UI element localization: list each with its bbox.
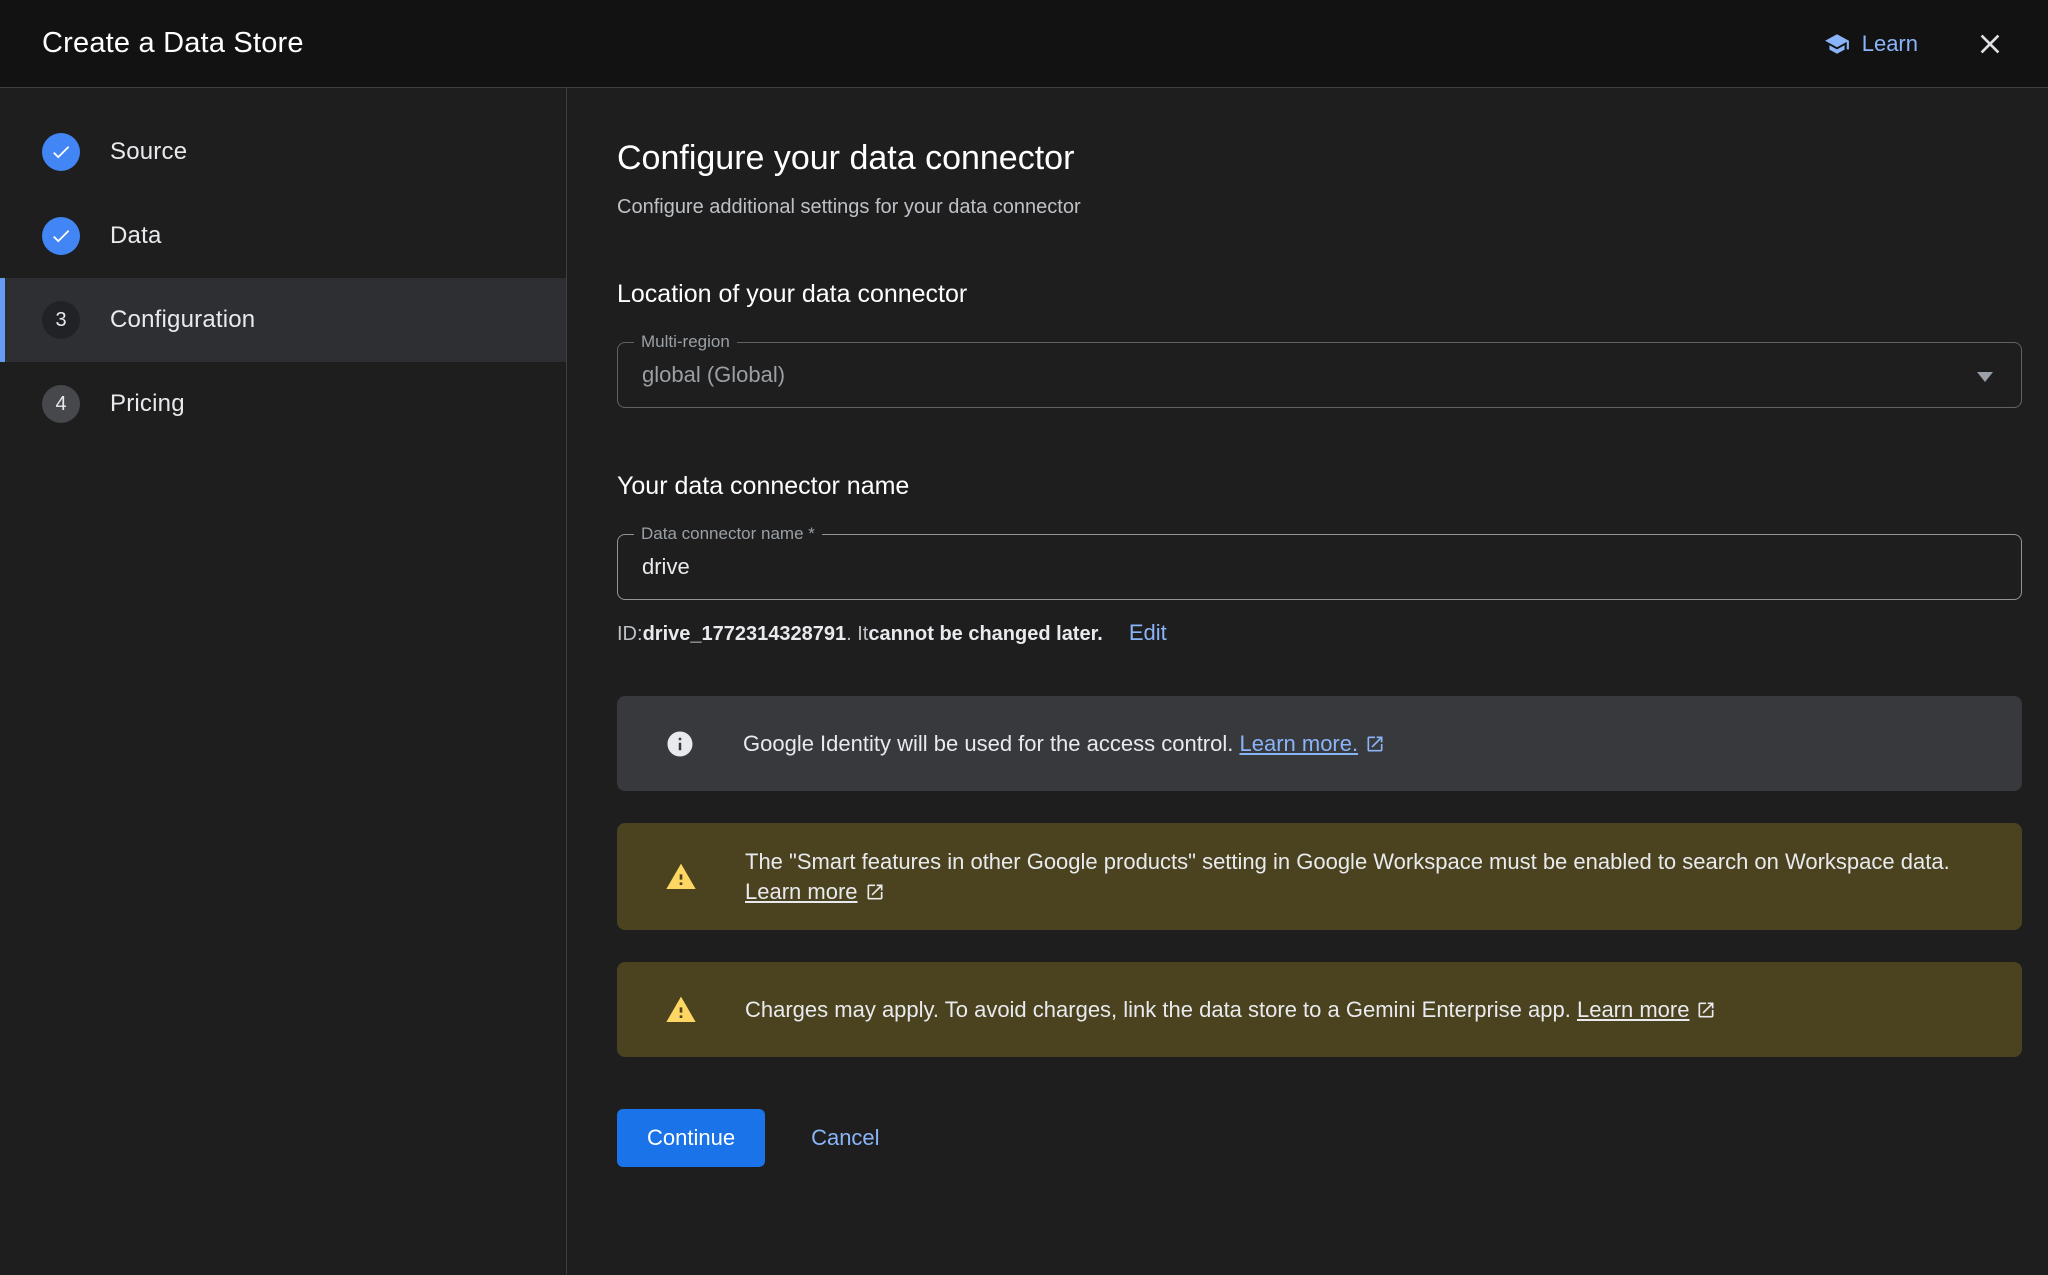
dropdown-caret-icon [1977,372,1993,382]
step-label: Source [110,138,187,166]
text-field-label: Data connector name * [634,524,822,544]
select-field-value: global (Global) [618,343,2021,407]
external-link-icon [865,882,885,902]
workspace-warning-text: The "Smart features in other Google prod… [745,847,1982,907]
edit-id-link[interactable]: Edit [1129,620,1167,646]
connector-id-helper: ID: drive_1772314328791. It cannot be ch… [617,620,2022,646]
external-link-icon [1365,734,1385,754]
step-complete-badge [42,217,80,255]
helper-bold-text: cannot be changed later. [868,623,1103,646]
charges-warning-banner: Charges may apply. To avoid charges, lin… [617,962,2022,1057]
step-complete-badge [42,133,80,171]
warning-icon [665,994,697,1026]
warning2-learn-more-link[interactable]: Learn more [1577,997,1690,1022]
helper-prefix: ID: [617,623,643,646]
sidebar-item-source[interactable]: Source [0,110,566,194]
check-icon [50,225,72,247]
step-number-badge: 3 [42,301,80,339]
sidebar-item-data[interactable]: Data [0,194,566,278]
info-learn-more-link[interactable]: Learn more. [1239,731,1358,756]
close-icon [1974,28,2006,60]
main-content: Configure your data connector Configure … [567,88,2048,1274]
dialog-header: Create a Data Store Learn [0,0,2048,88]
helper-id-value: drive_1772314328791 [643,623,847,646]
page-title: Create a Data Store [42,27,304,60]
info-banner-text: Google Identity will be used for the acc… [743,729,1385,759]
info-text: Google Identity will be used for the acc… [743,731,1239,756]
helper-mid: . It [846,623,868,646]
warning1-learn-more-link[interactable]: Learn more [745,879,858,904]
cancel-button[interactable]: Cancel [811,1125,879,1151]
warning1-text: The "Smart features in other Google prod… [745,849,1950,874]
connector-name-input[interactable] [618,535,2021,599]
dialog-body: Source Data 3 Configuration 4 Pricing Co… [0,88,2048,1274]
learn-label: Learn [1862,31,1918,57]
location-section-heading: Location of your data connector [617,278,2022,310]
name-section-heading: Your data connector name [617,470,2022,502]
step-label: Configuration [110,306,255,334]
warning2-text: Charges may apply. To avoid charges, lin… [745,997,1577,1022]
close-button[interactable] [1974,28,2006,60]
select-field-label: Multi-region [634,332,737,352]
school-icon [1824,31,1850,57]
header-actions: Learn [1824,28,2006,60]
warning-icon [665,861,697,893]
workspace-warning-banner: The "Smart features in other Google prod… [617,823,2022,930]
step-label: Pricing [110,390,185,418]
charges-warning-text: Charges may apply. To avoid charges, lin… [745,995,1716,1025]
check-icon [50,141,72,163]
connector-name-field: Data connector name * [617,534,2022,600]
dialog-actions: Continue Cancel [617,1109,2022,1227]
external-link-icon [1696,1000,1716,1020]
step-label: Data [110,222,162,250]
info-icon [665,729,695,759]
sidebar-item-configuration[interactable]: 3 Configuration [0,278,566,362]
stepper-sidebar: Source Data 3 Configuration 4 Pricing [0,88,567,1274]
sidebar-item-pricing[interactable]: 4 Pricing [0,362,566,446]
continue-button[interactable]: Continue [617,1109,765,1167]
multi-region-select[interactable]: Multi-region global (Global) [617,342,2022,408]
content-subtitle: Configure additional settings for your d… [617,194,2022,220]
step-number-badge: 4 [42,385,80,423]
learn-button[interactable]: Learn [1824,31,1918,57]
content-title: Configure your data connector [617,136,2022,180]
info-banner: Google Identity will be used for the acc… [617,696,2022,791]
